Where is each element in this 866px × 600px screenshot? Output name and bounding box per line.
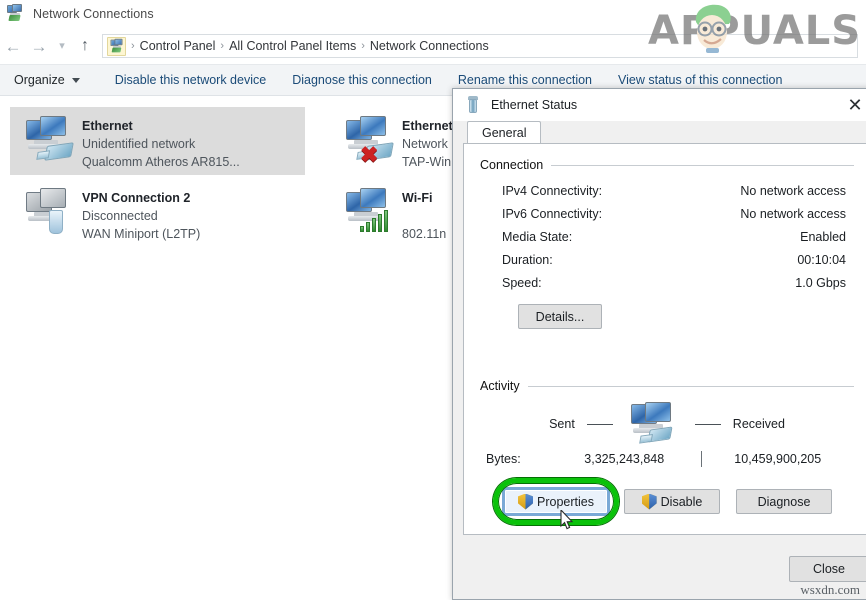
list-item[interactable]: ✖ Ethernet Network TAP-Win: [330, 107, 460, 175]
appuals-mascot-icon: [686, 2, 740, 54]
view-status-button[interactable]: View status of this connection: [605, 73, 795, 87]
details-button[interactable]: Details...: [518, 304, 602, 329]
appuals-wordmark: APPUALS: [648, 8, 861, 54]
row-duration: Duration: 00:10:04: [480, 249, 854, 272]
back-arrow-icon[interactable]: ←: [0, 33, 26, 59]
window-title: Network Connections: [33, 7, 154, 21]
list-item[interactable]: Ethernet Unidentified network Qualcomm A…: [10, 107, 305, 175]
row-media-state: Media State: Enabled: [480, 226, 854, 249]
duration-value: 00:10:04: [672, 249, 854, 272]
explorer-window: Network Connections ← → ▾ ↑ › Control Pa…: [0, 0, 866, 600]
properties-highlight-wrapper: Properties: [504, 489, 608, 514]
connector-line: [587, 424, 613, 425]
shield-icon: [518, 494, 533, 510]
connection-group-header: Connection: [480, 158, 854, 172]
network-connections-icon: [6, 4, 26, 24]
bytes-received-value: 10,459,900,205: [702, 452, 855, 466]
general-tab-panel: Connection IPv4 Connectivity: No network…: [463, 143, 866, 535]
dialog-title: Ethernet Status: [491, 98, 833, 112]
connection-adapter: WAN Miniport (L2TP): [82, 227, 200, 241]
disable-label: Disable: [661, 495, 703, 509]
disable-network-device-button[interactable]: Disable this network device: [102, 73, 279, 87]
close-icon[interactable]: ✕: [833, 90, 866, 120]
up-arrow-icon[interactable]: ↑: [72, 33, 98, 59]
organize-label: Organize: [14, 73, 65, 87]
connection-name: Ethernet: [82, 119, 133, 133]
connection-group-label: Connection: [480, 158, 543, 172]
ipv4-connectivity-label: IPv4 Connectivity:: [502, 180, 672, 203]
ethernet-adapter-icon: [22, 114, 80, 166]
row-ipv4-connectivity: IPv4 Connectivity: No network access: [480, 180, 854, 203]
tab-general[interactable]: General: [467, 121, 541, 143]
diagnose-button[interactable]: Diagnose: [736, 489, 832, 514]
disable-button[interactable]: Disable: [624, 489, 720, 514]
connection-name: Wi-Fi: [402, 191, 432, 205]
list-item[interactable]: VPN Connection 2 Disconnected WAN Minipo…: [10, 179, 305, 247]
activity-group-header: Activity: [480, 379, 854, 393]
speed-value: 1.0 Gbps: [672, 272, 854, 295]
highlight-ring: [493, 478, 619, 525]
transfer-computers-icon: [625, 402, 683, 446]
ipv4-connectivity-value: No network access: [672, 180, 854, 203]
action-buttons: Properties Disable Diagnose: [480, 489, 854, 514]
dialog-titlebar: Ethernet Status ✕: [453, 89, 866, 121]
connection-name: Ethernet: [402, 119, 453, 133]
network-status-icon: [465, 96, 481, 114]
organize-button[interactable]: Organize: [14, 73, 102, 87]
media-state-value: Enabled: [672, 226, 854, 249]
forward-arrow-icon[interactable]: →: [26, 33, 52, 59]
row-speed: Speed: 1.0 Gbps: [480, 272, 854, 295]
connection-adapter: 802.11n: [402, 227, 446, 241]
appuals-watermark: APPUALS: [646, 2, 858, 56]
list-item[interactable]: Wi-Fi . 802.11n: [330, 179, 460, 247]
group-divider: [528, 386, 854, 387]
bytes-label: Bytes:: [480, 452, 548, 466]
group-divider: [551, 165, 854, 166]
error-x-icon: ✖: [360, 144, 378, 166]
activity-group-label: Activity: [480, 379, 520, 393]
media-state-label: Media State:: [502, 226, 672, 249]
connection-status: Disconnected: [82, 209, 158, 223]
chevron-down-icon: [72, 78, 80, 83]
rename-connection-button[interactable]: Rename this connection: [445, 73, 605, 87]
network-folder-icon: [107, 37, 126, 56]
connection-adapter: Qualcomm Atheros AR815...: [82, 155, 240, 169]
shield-icon: [642, 494, 657, 510]
wifi-adapter-icon: [342, 186, 400, 238]
signal-bars-icon: [360, 210, 390, 232]
breadcrumb-item-network-connections[interactable]: Network Connections: [366, 39, 493, 53]
duration-label: Duration:: [502, 249, 672, 272]
ipv6-connectivity-label: IPv6 Connectivity:: [502, 203, 672, 226]
disabled-adapter-icon: ✖: [342, 114, 400, 166]
speed-label: Speed:: [502, 272, 672, 295]
ipv6-connectivity-value: No network access: [672, 203, 854, 226]
site-watermark: wsxdn.com: [800, 582, 860, 598]
breadcrumb-item-all-control-panel-items[interactable]: All Control Panel Items: [225, 39, 360, 53]
ethernet-status-dialog: Ethernet Status ✕ General Connection IPv…: [452, 88, 866, 600]
diagnose-connection-button[interactable]: Diagnose this connection: [279, 73, 445, 87]
connection-name: VPN Connection 2: [82, 191, 190, 205]
received-label: Received: [733, 417, 785, 431]
activity-section: Sent Received Bytes: 3,325,243,848: [480, 401, 854, 467]
breadcrumb-item-control-panel[interactable]: Control Panel: [136, 39, 220, 53]
chevron-down-icon[interactable]: ▾: [52, 33, 72, 59]
bytes-row: Bytes: 3,325,243,848 10,459,900,205: [480, 451, 854, 467]
sent-label: Sent: [549, 417, 575, 431]
bytes-sent-value: 3,325,243,848: [548, 452, 701, 466]
connection-status: Unidentified network: [82, 137, 195, 151]
vpn-adapter-icon: [22, 186, 80, 238]
row-ipv6-connectivity: IPv6 Connectivity: No network access: [480, 203, 854, 226]
connection-adapter: TAP-Win: [402, 155, 451, 169]
connector-line: [695, 424, 721, 425]
close-button[interactable]: Close: [789, 556, 866, 582]
dialog-tabstrip: General: [453, 121, 866, 143]
connection-status: Network: [402, 137, 448, 151]
